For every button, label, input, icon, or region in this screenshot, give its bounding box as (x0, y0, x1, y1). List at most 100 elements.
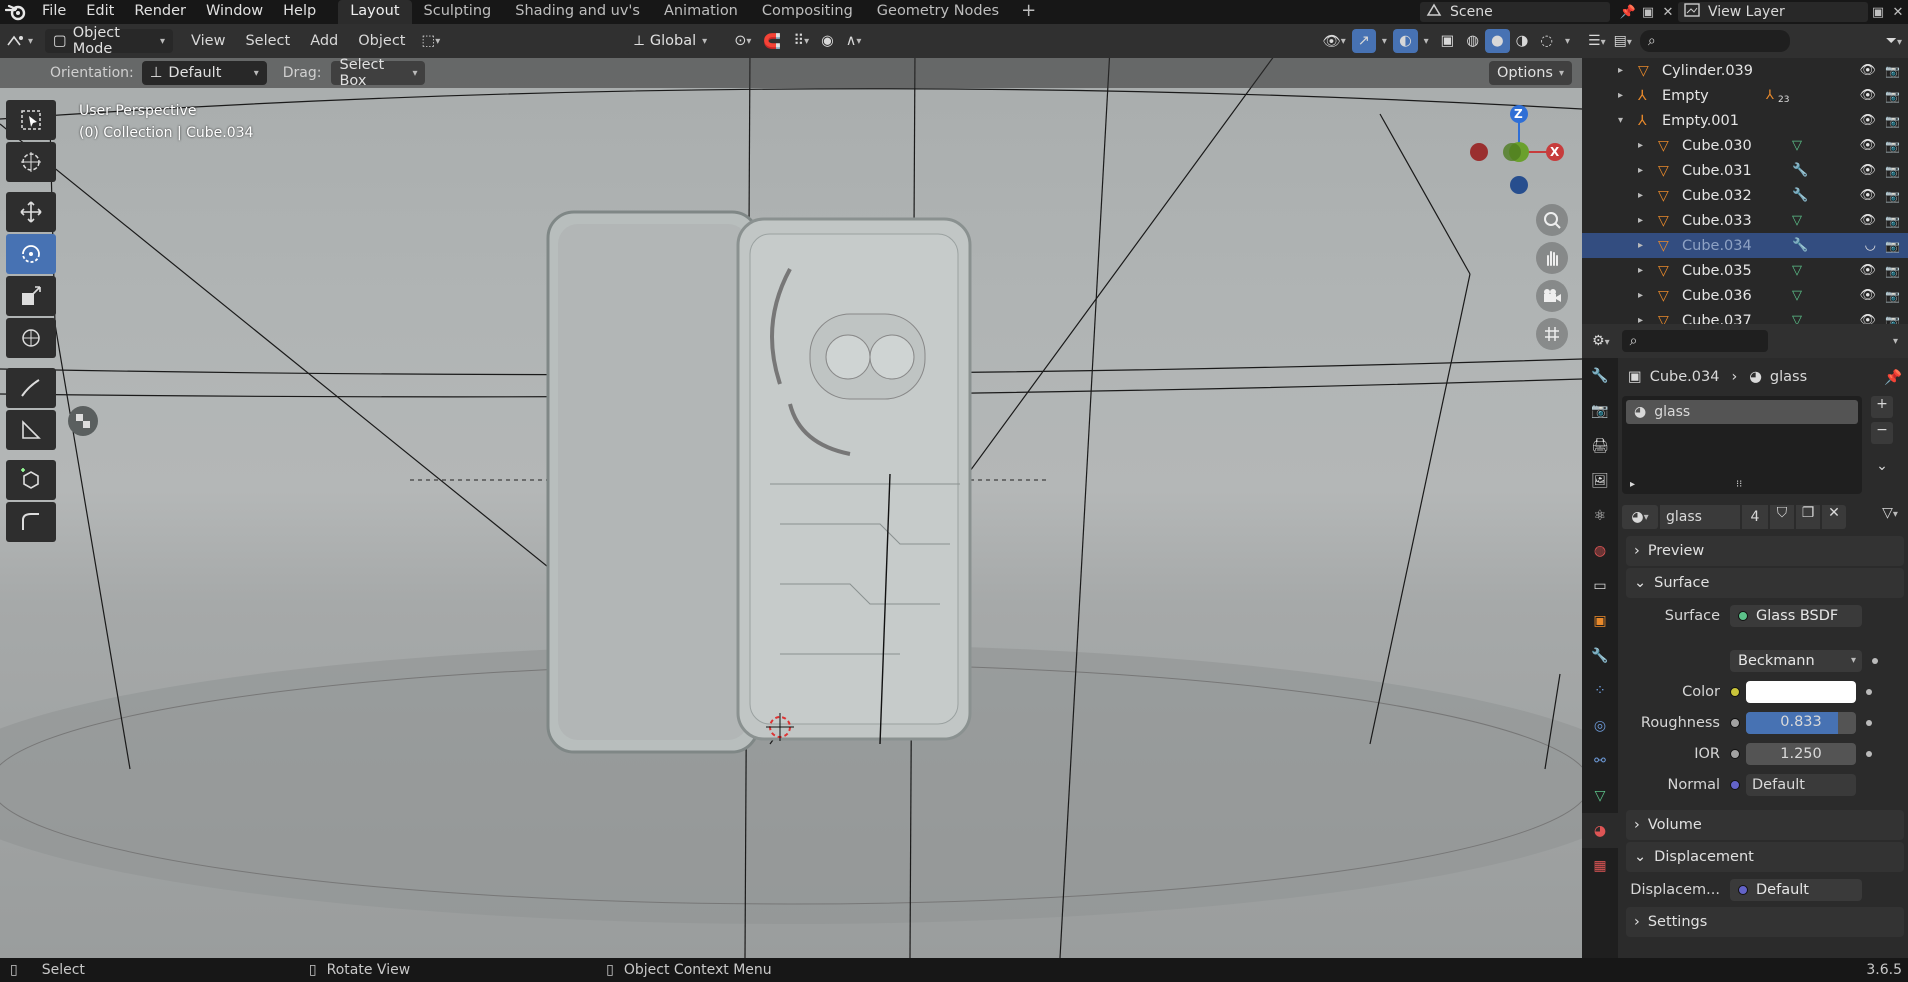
displacement-field[interactable]: Default (1730, 878, 1862, 901)
blender-logo-icon[interactable] (0, 0, 32, 24)
keyframe-dot[interactable] (1866, 750, 1872, 757)
outliner-row[interactable]: ▸ ⅄ Empty ⅄ 23 👁 📷 (1582, 83, 1908, 108)
outliner-row[interactable]: ▸ ▽ Cube.031 🔧 👁 📷 (1582, 158, 1908, 183)
measure-tool[interactable] (6, 410, 56, 450)
snap-target-icon[interactable]: ⠿ ▾ (787, 29, 815, 53)
slot-specials-button[interactable]: ⌄ (1871, 458, 1893, 480)
transform-orientation-dropdown[interactable]: ⟂ Global ▾ (626, 29, 723, 53)
outliner-row[interactable]: ▸ ▽ Cube.036 ▽ 👁 📷 (1582, 283, 1908, 308)
material-slot-list[interactable]: ◕ glass ▸ ⁝⁝ (1622, 396, 1862, 494)
render-camera-icon[interactable]: 📷 (1885, 214, 1900, 228)
visibility-eye-icon[interactable]: 👁 (1859, 213, 1876, 228)
gizmo-toggle-icon[interactable]: ↗ (1351, 29, 1376, 53)
proportional-edit-icon[interactable]: ◉ (815, 29, 840, 53)
menu-object[interactable]: Object (348, 29, 415, 53)
solid-shading-icon[interactable]: ● (1485, 29, 1510, 53)
collapsed-arrow-icon[interactable]: ▸ (1638, 215, 1643, 226)
shading-dropdown-icon[interactable]: ▾ (1559, 29, 1576, 53)
xray-toggle-icon[interactable]: ▣ (1435, 29, 1461, 53)
material-slot[interactable]: ◕ glass (1626, 400, 1858, 424)
preview-panel-header[interactable]: › Preview (1626, 536, 1904, 566)
expanded-arrow-icon[interactable]: ▾ (1618, 115, 1623, 126)
new-view-layer-icon[interactable]: ▣ (1868, 2, 1888, 22)
modifier-wrench-icon[interactable]: 🔧 (1792, 188, 1808, 203)
color-swatch[interactable] (1746, 680, 1856, 703)
particles-tab-icon[interactable]: ⁘ (1582, 673, 1618, 708)
collapsed-arrow-icon[interactable]: ▸ (1638, 265, 1643, 276)
tab-shading[interactable]: Shading and uv's (503, 0, 652, 24)
distribution-dropdown[interactable]: Beckmann ▾ (1730, 649, 1862, 672)
display-mode-icon[interactable]: ▤▾ (1614, 33, 1632, 49)
delete-scene-icon[interactable]: ✕ (1658, 2, 1678, 22)
snap-toggle-icon[interactable]: 🧲 (757, 29, 787, 53)
navigation-gizmo[interactable]: Z X (1462, 96, 1572, 206)
displacement-panel-header[interactable]: ⌄ Displacement (1626, 842, 1904, 872)
keyframe-dot[interactable] (1872, 657, 1878, 664)
transform-tool[interactable] (6, 318, 56, 358)
overlays-dropdown-icon[interactable]: ▾ (1418, 29, 1435, 53)
normal-field[interactable]: Default (1746, 773, 1856, 796)
scene-selector[interactable]: Scene (1420, 2, 1610, 22)
unlink-material-icon[interactable]: ✕ (1822, 505, 1846, 529)
render-camera-icon[interactable]: 📷 (1885, 89, 1900, 103)
outliner-row[interactable]: ▸ ▽ Cube.035 ▽ 👁 📷 (1582, 258, 1908, 283)
surface-shader-field[interactable]: Glass BSDF (1730, 604, 1862, 627)
3d-viewport[interactable]: ▾ ▢ Object Mode ▾ View Select Add Object… (0, 24, 1582, 958)
properties-editor-icon[interactable]: ⚙▾ (1592, 333, 1610, 349)
camera-view-icon[interactable] (1536, 280, 1568, 312)
delete-view-layer-icon[interactable]: ✕ (1888, 2, 1908, 22)
menu-render[interactable]: Render (124, 0, 196, 24)
falloff-icon[interactable]: ∧ ▾ (840, 29, 868, 53)
material-name-field[interactable]: glass (1660, 505, 1740, 529)
checker-icon[interactable] (68, 406, 98, 436)
world-tab-icon[interactable]: ◍ (1582, 533, 1618, 568)
collapsed-arrow-icon[interactable]: ▸ (1618, 90, 1623, 101)
mesh-data-icon[interactable]: ▽ (1792, 213, 1802, 228)
ortho-grid-icon[interactable] (1536, 318, 1568, 350)
modifier-tab-icon[interactable]: 🔧 (1582, 638, 1618, 673)
add-cube-tool[interactable] (6, 460, 56, 500)
scene-tab-icon[interactable]: ⚛ (1582, 498, 1618, 533)
physics-tab-icon[interactable]: ◎ (1582, 708, 1618, 743)
zoom-icon[interactable] (1536, 204, 1568, 236)
pivot-point-icon[interactable]: ⊙ ▾ (728, 29, 757, 53)
roughness-slider[interactable]: 0.833 (1746, 711, 1856, 734)
hidden-eye-icon[interactable]: ◡ (1865, 238, 1876, 253)
render-camera-icon[interactable]: 📷 (1885, 114, 1900, 128)
data-tab-icon[interactable]: ▽ (1582, 778, 1618, 813)
keyframe-dot[interactable] (1866, 688, 1872, 695)
overlays-toggle-icon[interactable]: ◐ (1392, 29, 1418, 53)
visibility-eye-icon[interactable]: 👁 (1859, 288, 1876, 303)
add-workspace-button[interactable]: + (1011, 0, 1046, 24)
material-tab-icon[interactable]: ◕ (1582, 813, 1618, 848)
properties-search-input[interactable]: ⌕ (1621, 330, 1768, 352)
tab-geometry-nodes[interactable]: Geometry Nodes (865, 0, 1011, 24)
view-layer-tab-icon[interactable]: 🖼 (1582, 463, 1618, 498)
menu-select[interactable]: Select (235, 29, 300, 53)
menu-help[interactable]: Help (273, 0, 326, 24)
render-tab-icon[interactable]: 📷 (1582, 393, 1618, 428)
visibility-eye-icon[interactable]: 👁 (1859, 163, 1876, 178)
link-mode-icon[interactable]: ▽▾ (1872, 505, 1908, 529)
curve-tool[interactable] (6, 502, 56, 542)
surface-panel-header[interactable]: ⌄ Surface (1626, 568, 1904, 598)
render-camera-icon[interactable]: 📷 (1885, 164, 1900, 178)
visibility-eye-icon[interactable]: 👁 (1859, 88, 1876, 103)
drag-dropdown[interactable]: Select Box ▾ (331, 57, 426, 89)
menu-edit[interactable]: Edit (76, 0, 124, 24)
tab-compositing[interactable]: Compositing (750, 0, 865, 24)
outliner-row[interactable]: ▸ ▽ Cylinder.039 👁 📷 (1582, 58, 1908, 83)
move-tool[interactable] (6, 192, 56, 232)
fake-user-icon[interactable]: ⛉ (1770, 505, 1794, 529)
visibility-eye-icon[interactable]: 👁 (1859, 188, 1876, 203)
filter-icon[interactable]: ⏷▾ (1886, 33, 1902, 49)
output-tab-icon[interactable]: 🖨 (1582, 428, 1618, 463)
users-count[interactable]: 4 (1742, 505, 1768, 529)
orientation-dropdown[interactable]: ⊥ Default ▾ (141, 61, 267, 85)
tool-tab-icon[interactable]: 🔧 (1582, 358, 1618, 393)
collapsed-arrow-icon[interactable]: ▸ (1638, 165, 1643, 176)
outliner-row[interactable]: ▸ ▽ Cube.030 ▽ 👁 📷 (1582, 133, 1908, 158)
render-camera-icon[interactable]: 📷 (1885, 289, 1900, 303)
wireframe-shading-icon[interactable]: ◍ (1460, 29, 1485, 53)
mesh-data-icon[interactable]: ▽ (1792, 263, 1802, 278)
